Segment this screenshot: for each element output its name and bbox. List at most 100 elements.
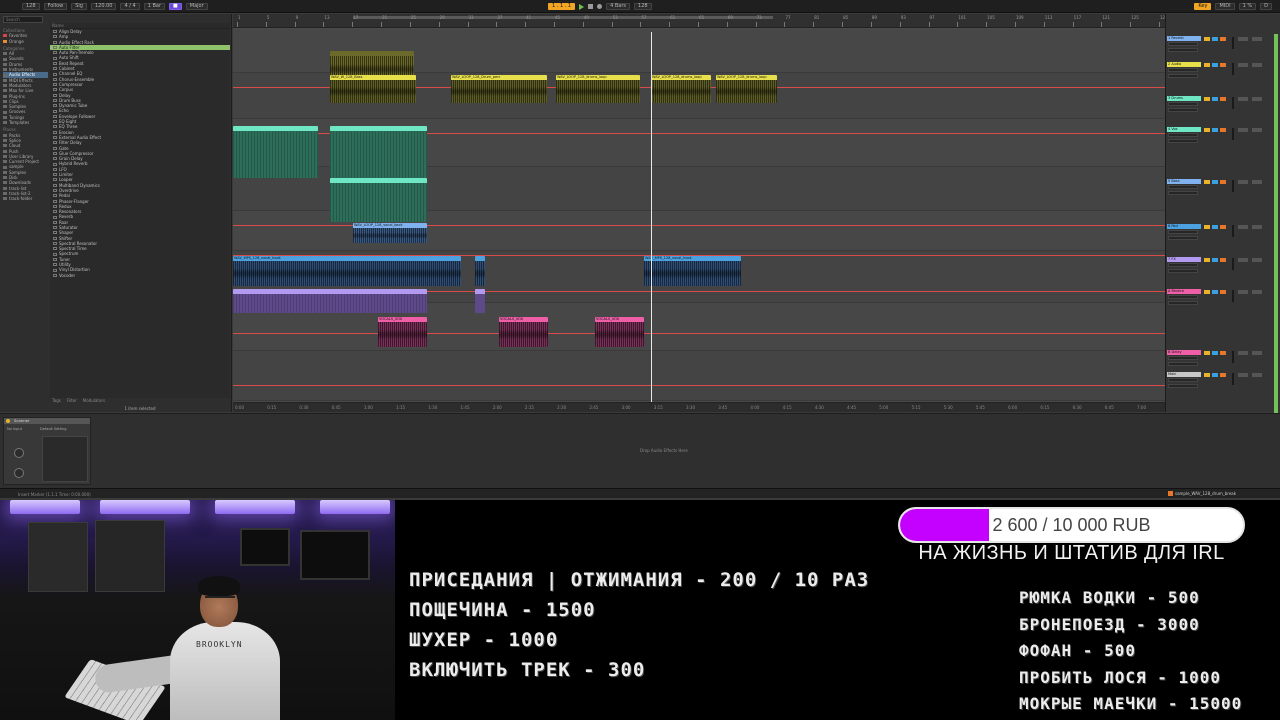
device-knob[interactable] — [14, 448, 24, 458]
audio-clip[interactable]: WAV_MPS_128_vocal_hook — [644, 256, 741, 286]
time-ruler[interactable]: 0:00 0:15 0:30 0:45 1:00 1:15 1:30 1:45 2:00 2:15… — [233, 402, 1165, 412]
input-routing-select[interactable] — [1168, 230, 1198, 234]
mixer-channel[interactable]: Main — [1166, 372, 1280, 396]
output-routing-select[interactable] — [1168, 74, 1198, 78]
device-title[interactable]: Scanner — [4, 418, 90, 424]
automation-line[interactable] — [233, 333, 1165, 334]
playhead[interactable] — [651, 32, 652, 402]
mixer-channel[interactable]: 2 Audio — [1166, 62, 1280, 86]
track-activator-button[interactable] — [1204, 290, 1210, 294]
input-routing-select[interactable] — [1168, 102, 1198, 106]
track-activator-button[interactable] — [1204, 373, 1210, 377]
device-panel[interactable]: Scanner No Input Default Setting — [3, 417, 91, 485]
solo-button[interactable] — [1212, 37, 1218, 41]
output-routing-select[interactable] — [1168, 191, 1198, 195]
device-knob[interactable] — [14, 468, 24, 478]
volume-field[interactable] — [1238, 225, 1248, 229]
pan-field[interactable] — [1252, 97, 1262, 101]
sidebar-item-place[interactable]: track-folder — [3, 196, 48, 201]
mixer-channel-name[interactable]: 6 Pad — [1167, 224, 1201, 229]
audio-clip[interactable]: WAV_LOOP_128_Drum_perc — [451, 75, 547, 103]
input-routing-select[interactable] — [1168, 68, 1198, 72]
track-activator-button[interactable] — [1204, 351, 1210, 355]
input-routing-select[interactable] — [1168, 378, 1198, 382]
solo-button[interactable] — [1212, 258, 1218, 262]
automation-line[interactable] — [233, 385, 1165, 386]
audio-clip[interactable]: VOCALS_VOX — [499, 317, 548, 347]
bpm-field[interactable]: 120.00 — [90, 3, 117, 10]
tempo-field[interactable]: 128 — [22, 3, 40, 10]
output-routing-select[interactable] — [1168, 139, 1198, 143]
loop-brace[interactable] — [353, 16, 773, 19]
midi-clip[interactable] — [233, 126, 318, 178]
solo-button[interactable] — [1212, 128, 1218, 132]
device-preset-label[interactable]: Default Setting — [40, 427, 66, 431]
file-list-item[interactable]: Vocoder — [50, 273, 230, 278]
output-routing-select[interactable] — [1168, 269, 1198, 273]
arm-button[interactable] — [1220, 290, 1226, 294]
audio-clip[interactable] — [475, 256, 485, 286]
volume-field[interactable] — [1238, 180, 1248, 184]
track-activator-button[interactable] — [1204, 258, 1210, 262]
mixer-channel-name[interactable]: A Reverb — [1167, 289, 1201, 294]
midi-clip[interactable] — [233, 289, 427, 313]
loop-length-field[interactable]: 4 Bars — [606, 3, 631, 10]
audio-clip[interactable]: WAV_LOOP_128_drums_loop — [651, 75, 711, 103]
input-routing-select[interactable] — [1168, 133, 1198, 137]
mixer-channel-name[interactable]: Main — [1167, 372, 1201, 377]
mixer-channel-name[interactable]: 2 Audio — [1167, 62, 1201, 67]
scale-field[interactable]: Major — [185, 3, 208, 10]
play-icon[interactable] — [579, 3, 585, 10]
solo-button[interactable] — [1212, 351, 1218, 355]
audio-clip[interactable]: VOCALS_VOX — [595, 317, 644, 347]
sidebar-item-collection[interactable]: Orange — [3, 39, 48, 44]
record-icon[interactable] — [597, 4, 603, 9]
pan-field[interactable] — [1252, 225, 1262, 229]
output-routing-select[interactable] — [1168, 301, 1198, 305]
sidebar-item-category[interactable]: Templates — [3, 120, 48, 125]
mixer-channel[interactable]: 7 FX — [1166, 257, 1280, 281]
arm-button[interactable] — [1220, 63, 1226, 67]
pan-field[interactable] — [1252, 290, 1262, 294]
tags-tab[interactable]: Tags — [52, 398, 61, 404]
midi-clip[interactable] — [330, 178, 427, 222]
time-signature-field[interactable]: 4 / 4 — [120, 3, 140, 10]
volume-field[interactable] — [1238, 63, 1248, 67]
solo-button[interactable] — [1212, 373, 1218, 377]
arm-button[interactable] — [1220, 351, 1226, 355]
input-routing-select[interactable] — [1168, 263, 1198, 267]
mixer-channel[interactable]: 4 Vox — [1166, 127, 1280, 151]
mixer-channel-name[interactable]: 5 Bass — [1167, 179, 1201, 184]
volume-field[interactable] — [1238, 258, 1248, 262]
solo-button[interactable] — [1212, 290, 1218, 294]
arm-button[interactable] — [1220, 225, 1226, 229]
pan-field[interactable] — [1252, 37, 1262, 41]
scale-button[interactable]: ■ — [169, 3, 182, 10]
output-routing-select[interactable] — [1168, 362, 1198, 366]
mixer-channel[interactable]: 3 Drums — [1166, 96, 1280, 120]
volume-field[interactable] — [1238, 290, 1248, 294]
status-clip-indicator[interactable]: sample_WAV_128_drum_break — [1165, 490, 1239, 497]
follow-button[interactable]: Follow — [43, 3, 68, 10]
mixer-channel-name[interactable]: 4 Vox — [1167, 127, 1201, 132]
output-routing-select[interactable] — [1168, 236, 1198, 240]
audio-clip[interactable]: WAV_LOOP_128_drums_loop — [716, 75, 777, 103]
input-routing-select[interactable] — [1168, 356, 1198, 360]
audio-clip[interactable]: WAV_LOOP_128_drums_loop — [556, 75, 640, 103]
pan-field[interactable] — [1252, 180, 1262, 184]
tempo-display[interactable]: 128 — [634, 3, 652, 10]
mixer-channel-name[interactable]: 1 Reverb — [1167, 36, 1201, 41]
modulators-tab[interactable]: Modulators — [83, 398, 105, 404]
output-routing-select[interactable] — [1168, 48, 1198, 52]
solo-button[interactable] — [1212, 63, 1218, 67]
arm-button[interactable] — [1220, 128, 1226, 132]
mixer-channel-name[interactable]: 7 FX — [1167, 257, 1201, 262]
mixer-channel[interactable]: 1 Reverb — [1166, 36, 1280, 60]
mixer-channel[interactable]: B Delay — [1166, 350, 1280, 374]
track-activator-button[interactable] — [1204, 225, 1210, 229]
quantize-menu[interactable]: 1 Bar — [143, 3, 166, 10]
audio-clip[interactable]: WAV_MPS_128_vocal_hook — [233, 256, 461, 286]
audio-clip[interactable]: WAV_LOOP_128_vocal_back — [353, 223, 427, 243]
arm-button[interactable] — [1220, 258, 1226, 262]
arm-button[interactable] — [1220, 180, 1226, 184]
